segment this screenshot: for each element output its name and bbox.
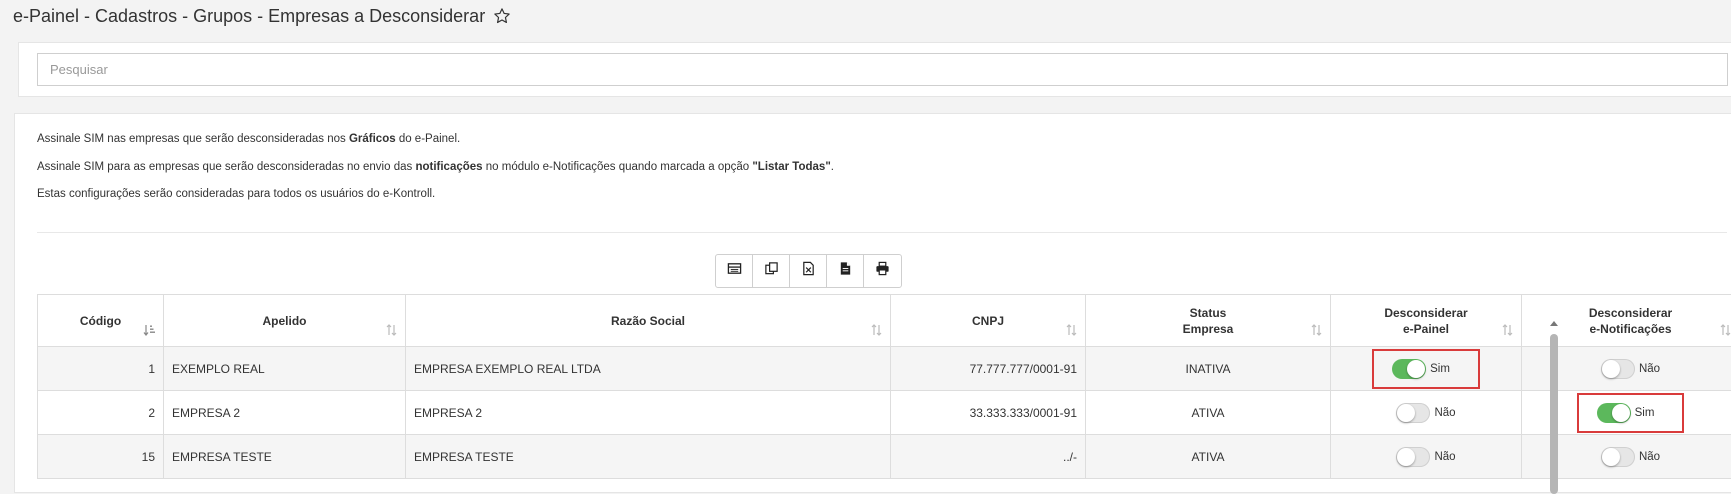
- table-row: 2EMPRESA 2EMPRESA 233.333.333/0001-91ATI…: [38, 391, 1731, 435]
- cell-status: ATIVA: [1086, 391, 1331, 435]
- column-header-razao-social[interactable]: Razão Social: [406, 295, 891, 347]
- toggle-knob: [1602, 360, 1620, 378]
- table-scrollbar[interactable]: [1548, 318, 1560, 486]
- sort-asc-icon: [143, 324, 156, 336]
- cell-codigo: 15: [38, 435, 164, 479]
- column-header-status[interactable]: Status Empresa: [1086, 295, 1331, 347]
- divider: [37, 232, 1727, 233]
- desconsiderar-notificacoes-switch[interactable]: Não: [1596, 444, 1665, 470]
- toggle-label: Sim: [1635, 407, 1655, 419]
- search-input[interactable]: [37, 53, 1728, 86]
- excel-icon: [801, 261, 816, 281]
- desconsiderar-painel-switch[interactable]: Sim: [1374, 351, 1478, 387]
- table-row: 1EXEMPLO REALEMPRESA EXEMPLO REAL LTDA77…: [38, 347, 1731, 391]
- toggle-switch[interactable]: [1601, 359, 1635, 379]
- search-panel: [18, 42, 1731, 97]
- print-button[interactable]: [864, 255, 901, 287]
- toggle-label: Sim: [1430, 363, 1450, 375]
- columns-icon: [727, 261, 742, 281]
- column-header-apelido[interactable]: Apelido: [164, 295, 406, 347]
- print-icon: [875, 261, 890, 281]
- cell-razao-social: EMPRESA 2: [406, 391, 891, 435]
- csv-button[interactable]: [827, 255, 864, 287]
- desconsiderar-painel-cell: Não: [1331, 391, 1522, 435]
- toggle-label: Não: [1639, 451, 1660, 463]
- table-row: 15EMPRESA TESTEEMPRESA TESTE../-ATIVANão…: [38, 435, 1731, 479]
- toggle-knob: [1397, 448, 1415, 466]
- page-title: e-Painel - Cadastros - Grupos - Empresas…: [13, 4, 511, 28]
- companies-table: Código Apelido Razão Social CNPJ Status: [37, 294, 1731, 479]
- desconsiderar-painel-switch[interactable]: Não: [1391, 444, 1460, 470]
- cell-apelido: EMPRESA TESTE: [164, 435, 406, 479]
- toggle-switch[interactable]: [1601, 447, 1635, 467]
- scroll-thumb[interactable]: [1550, 334, 1558, 494]
- sort-icon: [1719, 324, 1731, 336]
- toggle-knob: [1397, 404, 1415, 422]
- content-panel: Assinale SIM nas empresas que serão desc…: [14, 113, 1731, 493]
- instruction-line-notificacoes: Assinale SIM para as empresas que serão …: [37, 159, 834, 187]
- toggle-switch[interactable]: [1396, 447, 1430, 467]
- cell-razao-social: EMPRESA EXEMPLO REAL LTDA: [406, 347, 891, 391]
- sort-icon: [870, 324, 883, 336]
- cell-status: ATIVA: [1086, 435, 1331, 479]
- copy-button[interactable]: [753, 255, 790, 287]
- desconsiderar-painel-cell: Não: [1331, 435, 1522, 479]
- cell-apelido: EMPRESA 2: [164, 391, 406, 435]
- cell-apelido: EXEMPLO REAL: [164, 347, 406, 391]
- desconsiderar-painel-switch[interactable]: Não: [1391, 400, 1460, 426]
- toggle-switch[interactable]: [1396, 403, 1430, 423]
- scroll-up-arrow-icon[interactable]: [1548, 318, 1560, 328]
- cell-cnpj: 33.333.333/0001-91: [891, 391, 1086, 435]
- desconsiderar-notificacoes-switch[interactable]: Sim: [1579, 395, 1683, 431]
- desconsiderar-painel-cell: Sim: [1331, 347, 1522, 391]
- cell-codigo: 1: [38, 347, 164, 391]
- cell-cnpj: 77.777.777/0001-91: [891, 347, 1086, 391]
- sort-icon: [1310, 324, 1323, 336]
- copy-icon: [764, 261, 779, 281]
- column-header-cnpj[interactable]: CNPJ: [891, 295, 1086, 347]
- cell-status: INATIVA: [1086, 347, 1331, 391]
- toggle-knob: [1407, 360, 1425, 378]
- desconsiderar-notificacoes-switch[interactable]: Não: [1596, 356, 1665, 382]
- instruction-line-usuarios: Estas configurações serão consideradas p…: [37, 186, 834, 214]
- sort-icon: [1065, 324, 1078, 336]
- toggle-switch[interactable]: [1392, 359, 1426, 379]
- export-toolbar: [715, 254, 902, 288]
- sort-icon: [1501, 324, 1514, 336]
- page-title-text: e-Painel - Cadastros - Grupos - Empresas…: [13, 6, 485, 27]
- toggle-knob: [1612, 404, 1630, 422]
- toggle-label: Não: [1434, 451, 1455, 463]
- toggle-label: Não: [1434, 407, 1455, 419]
- toggle-switch[interactable]: [1597, 403, 1631, 423]
- cell-razao-social: EMPRESA TESTE: [406, 435, 891, 479]
- csv-icon: [838, 261, 853, 281]
- cell-cnpj: ../-: [891, 435, 1086, 479]
- table-header-row: Código Apelido Razão Social CNPJ Status: [38, 295, 1731, 347]
- toggle-label: Não: [1639, 363, 1660, 375]
- cell-codigo: 2: [38, 391, 164, 435]
- sort-icon: [385, 324, 398, 336]
- toggle-knob: [1602, 448, 1620, 466]
- star-icon[interactable]: [493, 7, 511, 25]
- columns-button[interactable]: [716, 255, 753, 287]
- column-header-codigo[interactable]: Código: [38, 295, 164, 347]
- column-header-desconsiderar-painel[interactable]: Desconsiderar e-Painel: [1331, 295, 1522, 347]
- instruction-line-graficos: Assinale SIM nas empresas que serão desc…: [37, 131, 834, 159]
- instructions: Assinale SIM nas empresas que serão desc…: [37, 131, 834, 214]
- excel-button[interactable]: [790, 255, 827, 287]
